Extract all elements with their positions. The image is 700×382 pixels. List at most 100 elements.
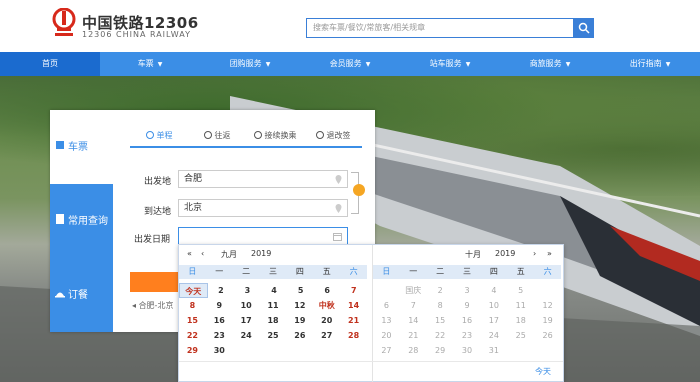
calendar-day[interactable]: 24	[480, 328, 507, 343]
calendar-day[interactable]: 今天	[179, 283, 208, 298]
calendar-day[interactable]: 15	[427, 313, 454, 328]
weekday-label: 六	[349, 267, 358, 276]
calendar-day[interactable]: 26	[534, 328, 561, 343]
prev-year-icon[interactable]: «	[187, 249, 192, 258]
search-button[interactable]	[574, 18, 594, 38]
calendar-day[interactable]: 13	[373, 313, 400, 328]
calendar-day	[286, 343, 313, 358]
calendar-day[interactable]: 17	[480, 313, 507, 328]
site-search-input[interactable]: 搜索车票/餐饮/常旅客/相关规章	[306, 18, 574, 38]
calendar-day[interactable]: 12	[534, 298, 561, 313]
calendar-day[interactable]: 9	[206, 298, 233, 313]
calendar-day[interactable]: 18	[507, 313, 534, 328]
departure-date-input[interactable]	[178, 227, 348, 245]
calendar-day[interactable]: 6	[314, 283, 341, 298]
calendar-day[interactable]: 2	[427, 283, 454, 298]
from-station-input[interactable]: 合肥	[178, 170, 348, 188]
nav-item-tickets[interactable]: 车票 ▼	[100, 52, 200, 76]
calendar-day[interactable]: 31	[480, 343, 507, 358]
calendar-day[interactable]: 10	[480, 298, 507, 313]
calendar-day[interactable]: 23	[454, 328, 481, 343]
side-item-dining[interactable]: 订餐	[50, 258, 113, 332]
calendar-day[interactable]: 21	[340, 313, 367, 328]
prev-month-icon[interactable]: ‹	[201, 249, 204, 258]
calendar-day[interactable]: 22	[179, 328, 206, 343]
calendar-day[interactable]: 7	[340, 283, 367, 298]
calendar-day[interactable]: 25	[260, 328, 287, 343]
calendar-day[interactable]: 18	[260, 313, 287, 328]
nav-item-group[interactable]: 团购服务 ▼	[200, 52, 300, 76]
calendar-day[interactable]: 国庆	[400, 283, 427, 298]
nav-item-home[interactable]: 首页	[0, 52, 100, 76]
calendar-week-row: 15 16 17 18 19 20 21	[179, 313, 367, 328]
tab-transfer[interactable]: 接续换乘	[246, 128, 304, 146]
calendar-day[interactable]: 2	[208, 283, 235, 298]
calendar-day[interactable]: 19	[534, 313, 561, 328]
tab-one-way[interactable]: 单程	[130, 128, 188, 146]
calendar-day[interactable]: 14	[340, 298, 367, 313]
calendar-footer-divider	[179, 361, 563, 362]
nav-item-guide[interactable]: 出行指南 ▼	[600, 52, 700, 76]
next-month-icon[interactable]: ›	[533, 249, 536, 258]
calendar-day[interactable]: 8	[427, 298, 454, 313]
calendar-day[interactable]: 15	[179, 313, 206, 328]
calendar-day[interactable]: 26	[286, 328, 313, 343]
tab-round-trip[interactable]: 往返	[188, 128, 246, 146]
calendar-day[interactable]: 5	[287, 283, 314, 298]
calendar-day[interactable]: 16	[454, 313, 481, 328]
calendar-day[interactable]: 14	[400, 313, 427, 328]
nav-item-station[interactable]: 站车服务 ▼	[400, 52, 500, 76]
nav-item-member[interactable]: 会员服务 ▼	[300, 52, 400, 76]
search-history[interactable]: ◂ 合肥-北京	[132, 300, 173, 311]
calendar-day[interactable]: 17	[233, 313, 260, 328]
side-item-queries[interactable]: 常用查询	[50, 184, 113, 258]
nav-item-business[interactable]: 商旅服务 ▼	[500, 52, 600, 76]
calendar-day[interactable]: 30	[454, 343, 481, 358]
from-label: 出发地	[144, 177, 172, 187]
to-label: 到达地	[144, 207, 172, 217]
swap-stations-button[interactable]	[353, 184, 365, 196]
calendar-day[interactable]: 28	[400, 343, 427, 358]
calendar-day[interactable]: 12	[286, 298, 313, 313]
calendar-day[interactable]: 4	[480, 283, 507, 298]
calendar-day[interactable]: 20	[313, 313, 340, 328]
calendar-day[interactable]: 27	[373, 343, 400, 358]
calendar-day[interactable]: 5	[507, 283, 534, 298]
query-button[interactable]	[130, 272, 182, 292]
railway-logo-icon[interactable]	[52, 7, 76, 38]
calendar-day[interactable]: 25	[507, 328, 534, 343]
calendar-day[interactable]: 30	[206, 343, 233, 358]
side-item-tickets[interactable]: 车票	[50, 110, 113, 184]
calendar-day[interactable]: 29	[427, 343, 454, 358]
calendar-day	[233, 343, 260, 358]
calendar-day[interactable]: 4	[261, 283, 288, 298]
calendar-day[interactable]: 19	[286, 313, 313, 328]
weekday-label: 五	[516, 267, 525, 276]
calendar-day[interactable]: 8	[179, 298, 206, 313]
calendar-day[interactable]: 27	[313, 328, 340, 343]
calendar-day[interactable]: 中秋	[313, 298, 340, 313]
calendar-day[interactable]: 11	[507, 298, 534, 313]
calendar-day[interactable]: 3	[234, 283, 261, 298]
year-right-label: 2019	[495, 249, 516, 258]
calendar-day[interactable]: 22	[427, 328, 454, 343]
calendar-day[interactable]: 24	[233, 328, 260, 343]
calendar-day[interactable]: 23	[206, 328, 233, 343]
next-year-icon[interactable]: »	[547, 249, 552, 258]
calendar-day[interactable]: 21	[400, 328, 427, 343]
calendar-day[interactable]: 9	[454, 298, 481, 313]
calendar-day[interactable]: 10	[233, 298, 260, 313]
to-station-input[interactable]: 北京	[178, 199, 348, 217]
calendar-day[interactable]: 28	[340, 328, 367, 343]
calendar-day[interactable]: 11	[260, 298, 287, 313]
calendar-day[interactable]: 16	[206, 313, 233, 328]
calendar-day[interactable]: 3	[454, 283, 481, 298]
tab-label: 往返	[214, 131, 231, 140]
today-link[interactable]: 今天	[535, 366, 551, 377]
calendar-day[interactable]: 6	[373, 298, 400, 313]
chevron-down-icon: ▼	[565, 61, 571, 68]
calendar-day[interactable]: 29	[179, 343, 206, 358]
tab-refund-change[interactable]: 退改签	[304, 128, 362, 146]
calendar-day[interactable]: 7	[400, 298, 427, 313]
calendar-day[interactable]: 20	[373, 328, 400, 343]
